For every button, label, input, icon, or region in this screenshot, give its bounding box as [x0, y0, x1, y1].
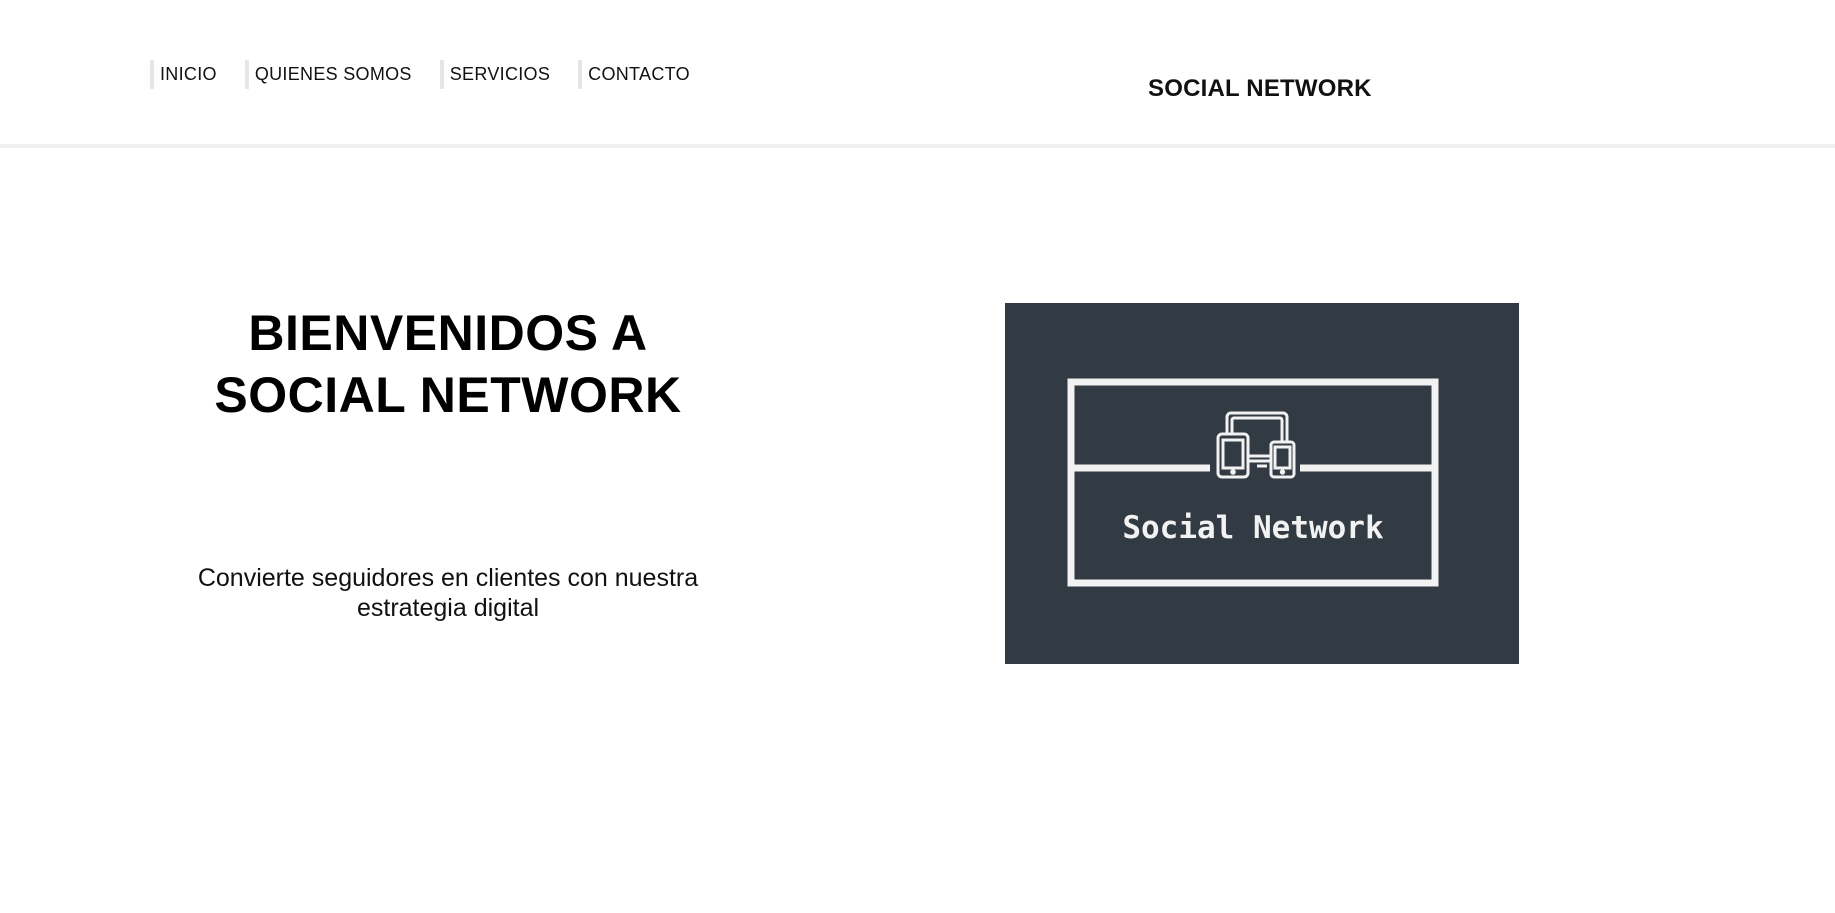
hero-subtitle-line-2: estrategia digital [356, 594, 540, 622]
hero-title-line-2: SOCIAL NETWORK [214, 367, 682, 423]
devices-icon [1216, 411, 1296, 479]
hero-subtitle-line-1: Convierte seguidores en clientes con nue… [197, 564, 699, 592]
logo-graphic: Social Network [1067, 378, 1439, 587]
nav-item-inicio[interactable]: INICIO [150, 60, 217, 89]
logo-text: Social Network [1122, 510, 1384, 546]
nav-item-contacto[interactable]: CONTACTO [578, 60, 690, 89]
site-brand[interactable]: SOCIAL NETWORK [1148, 75, 1372, 103]
nav-item-quienes-somos[interactable]: QUIENES SOMOS [244, 60, 412, 89]
site-header: INICIO QUIENES SOMOS SERVICIOS CONTACTO … [0, 0, 1835, 148]
hero-subtitle: Convierte seguidores en clientes con nue… [150, 563, 746, 623]
hero-title-line-1: BIENVENIDOS A [248, 305, 648, 361]
nav-item-servicios[interactable]: SERVICIOS [439, 60, 550, 89]
logo-image: Social Network [1005, 303, 1519, 664]
hero-title: BIENVENIDOS A SOCIAL NETWORK [150, 302, 746, 426]
main-nav: INICIO QUIENES SOMOS SERVICIOS CONTACTO [150, 60, 690, 89]
